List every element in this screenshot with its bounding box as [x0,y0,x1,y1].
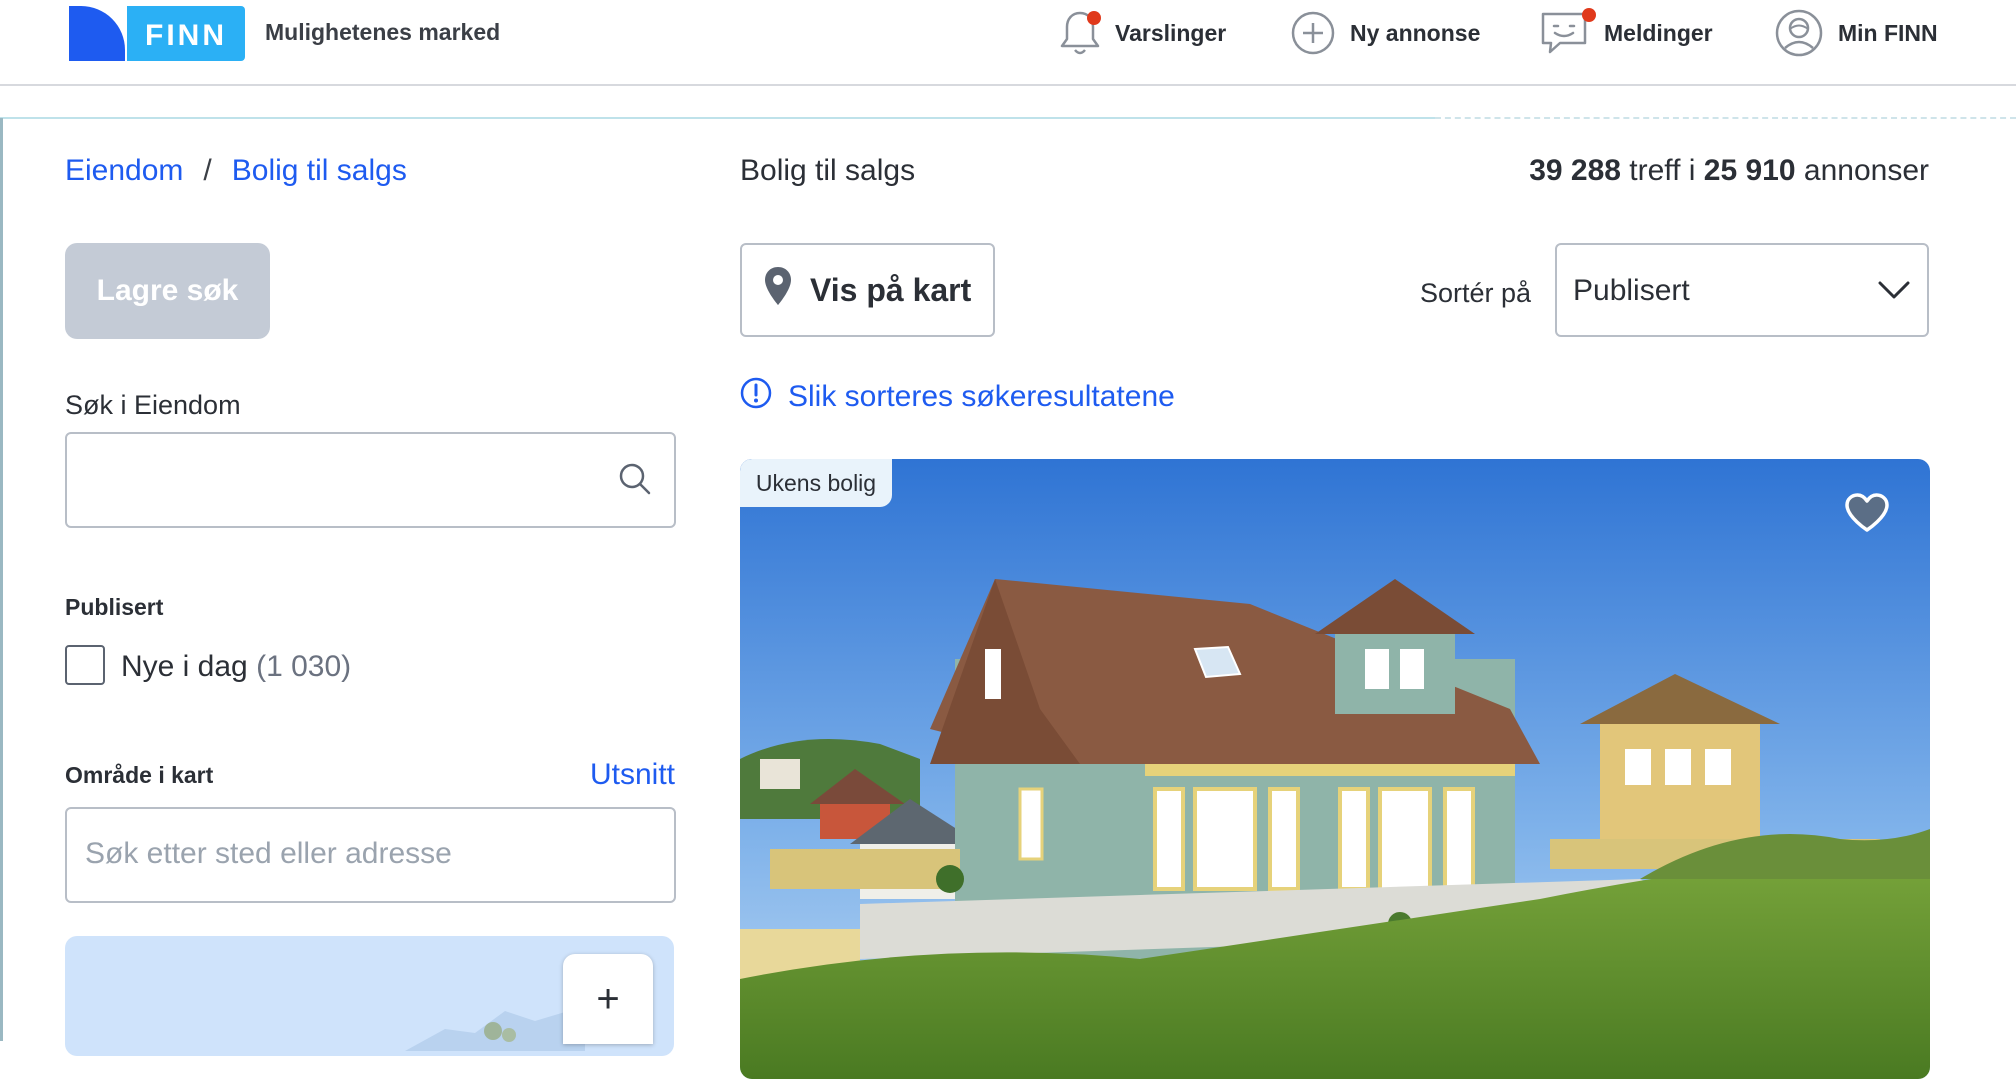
search-icon[interactable] [618,462,652,501]
nav-min-finn[interactable]: Min FINN [1774,0,1938,66]
breadcrumb: Eiendom / Bolig til salgs [65,154,407,188]
utsnitt-link[interactable]: Utsnitt [590,758,675,792]
map-pin-icon [764,266,810,314]
new-today-count: (1 030) [256,650,352,683]
left-edge-border [0,118,3,1041]
map-terrain [405,1006,585,1051]
featured-badge: Ukens bolig [740,459,892,507]
area-label: Område i kart [65,762,214,788]
chat-icon [1540,8,1596,57]
show-on-map-button[interactable]: Vis på kart [740,243,995,337]
save-search-button[interactable]: Lagre søk [65,243,270,339]
nav-label: Ny annonse [1350,19,1481,46]
page-title: Bolig til salgs [740,154,916,187]
area-field[interactable] [65,807,676,903]
site-header: FINN Mulighetenes marked Varslinger Ny a… [0,0,2016,86]
breadcrumb-bolig-til-salgs[interactable]: Bolig til salgs [232,154,407,187]
plus-circle-icon [1290,10,1336,56]
logo-wordmark: FINN [127,6,245,61]
sorting-info-label: Slik sorteres søkeresultatene [788,380,1175,413]
sort-select[interactable]: Publisert [1555,243,1929,337]
bell-icon [1059,9,1101,57]
progress-strip [0,117,1435,119]
listing-photo[interactable] [740,459,1930,1079]
logo-text: FINN [145,19,227,52]
hits-count: 39 288 [1529,154,1621,187]
hits-word: treff i [1629,154,1696,187]
map-preview[interactable]: + [65,936,674,1056]
search-label: Søk i Eiendom [65,390,241,420]
notification-dot [1087,11,1101,25]
featured-listing-card[interactable]: Ukens bolig [740,459,1930,1079]
results-count: 39 288 treff i 25 910 annonser [1529,154,1929,188]
ads-count: 25 910 [1703,154,1796,187]
sort-label: Sortér på [1420,278,1532,308]
published-label: Publisert [65,594,164,620]
progress-strip-remaining [1435,117,2016,119]
search-field[interactable] [65,432,676,528]
new-today-text: Nye i dag [121,650,248,683]
heart-icon[interactable] [1844,492,1890,539]
breadcrumb-separator: / [203,154,212,187]
notification-dot [1582,8,1596,22]
search-input[interactable] [83,434,647,524]
info-icon [740,377,788,417]
nav-ny-annonse[interactable]: Ny annonse [1290,0,1480,66]
chevron-down-icon [1877,279,1911,306]
new-today-label[interactable]: Nye i dag (1 030) [121,650,351,684]
zoom-in-button[interactable]: + [563,954,653,1044]
nav-label: Min FINN [1838,19,1938,46]
sort-value: Publisert [1573,274,1690,307]
area-search-input[interactable] [83,809,647,899]
nav-varslinger[interactable]: Varslinger [1059,0,1226,66]
user-icon [1774,8,1824,58]
finn-logo[interactable]: FINN [69,6,245,61]
show-on-map-label: Vis på kart [810,271,972,308]
nav-label: Meldinger [1604,19,1713,46]
nav-meldinger[interactable]: Meldinger [1540,0,1713,66]
ads-word: annonser [1803,154,1929,187]
slogan: Mulighetenes marked [265,19,501,45]
sorting-info-link[interactable]: Slik sorteres søkeresultatene [740,377,1175,417]
new-today-checkbox[interactable] [65,645,105,685]
logo-shape [69,6,125,61]
breadcrumb-eiendom[interactable]: Eiendom [65,154,183,187]
nav-label: Varslinger [1115,19,1227,46]
